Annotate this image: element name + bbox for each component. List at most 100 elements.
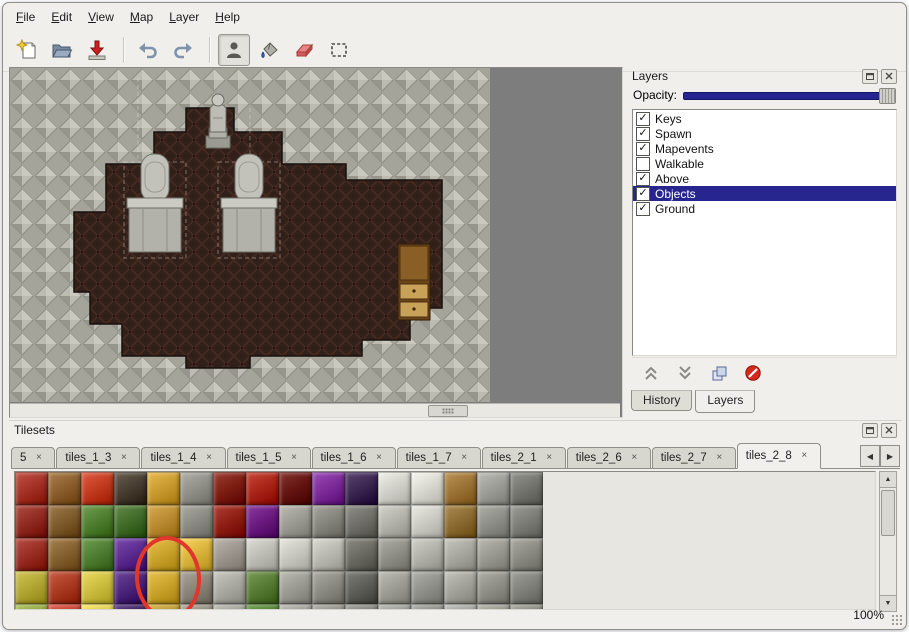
palette-tile[interactable] xyxy=(345,505,378,538)
palette-tile[interactable] xyxy=(444,571,477,604)
scrollbar-handle[interactable] xyxy=(881,490,895,536)
layer-visibility-checkbox[interactable] xyxy=(636,157,650,171)
layer-visibility-checkbox[interactable]: ✓ xyxy=(636,112,650,126)
palette-tile[interactable] xyxy=(81,571,114,604)
layer-row-ground[interactable]: ✓Ground xyxy=(633,201,896,216)
palette-tile[interactable] xyxy=(411,472,444,505)
palette-tile[interactable] xyxy=(15,604,48,610)
layer-row-spawn[interactable]: ✓Spawn xyxy=(633,126,896,141)
palette-tile[interactable] xyxy=(180,472,213,505)
palette-tile[interactable] xyxy=(81,472,114,505)
tab-close-button[interactable]: × xyxy=(712,451,727,466)
palette-tile[interactable] xyxy=(81,505,114,538)
palette-tile[interactable] xyxy=(312,604,345,610)
palette-tile[interactable] xyxy=(378,472,411,505)
palette-tile[interactable] xyxy=(246,571,279,604)
layer-visibility-checkbox[interactable]: ✓ xyxy=(636,202,650,216)
palette-tile[interactable] xyxy=(477,571,510,604)
palette-tile[interactable] xyxy=(345,604,378,610)
palette-tile[interactable] xyxy=(510,538,543,571)
palette-tile[interactable] xyxy=(477,472,510,505)
palette-tile[interactable] xyxy=(279,604,312,610)
layer-row-keys[interactable]: ✓Keys xyxy=(633,111,896,126)
tab-close-button[interactable]: × xyxy=(627,451,642,466)
layer-visibility-checkbox[interactable]: ✓ xyxy=(636,127,650,141)
palette-tile[interactable] xyxy=(81,538,114,571)
palette-tile[interactable] xyxy=(147,505,180,538)
panel-tab-history[interactable]: History xyxy=(631,390,692,411)
save-button[interactable] xyxy=(81,34,113,66)
close-panel-button[interactable] xyxy=(881,423,897,438)
tileset-tab-tiles_2_6[interactable]: tiles_2_6× xyxy=(567,447,651,469)
palette-tile[interactable] xyxy=(180,604,213,610)
menu-map[interactable]: Map xyxy=(123,8,160,26)
close-panel-button[interactable] xyxy=(881,69,897,84)
palette-tile[interactable] xyxy=(147,571,180,604)
undo-button[interactable] xyxy=(132,34,164,66)
palette-tile[interactable] xyxy=(378,604,411,610)
palette-tile[interactable] xyxy=(180,571,213,604)
menu-layer[interactable]: Layer xyxy=(162,8,206,26)
palette-tile[interactable] xyxy=(444,505,477,538)
palette-tile[interactable] xyxy=(48,472,81,505)
scrollbar-handle[interactable] xyxy=(428,405,468,417)
map-canvas[interactable] xyxy=(10,68,620,402)
tileset-tab-tiles_1_6[interactable]: tiles_1_6× xyxy=(312,447,396,469)
duplicate-layer-button[interactable] xyxy=(710,365,728,382)
slider-handle[interactable] xyxy=(879,88,896,104)
palette-tile[interactable] xyxy=(114,538,147,571)
palette-tile[interactable] xyxy=(510,505,543,538)
move-layer-up-button[interactable] xyxy=(642,365,660,381)
menu-edit[interactable]: Edit xyxy=(44,8,79,26)
palette-tile[interactable] xyxy=(312,571,345,604)
layer-visibility-checkbox[interactable]: ✓ xyxy=(636,172,650,186)
scroll-tabs-right-button[interactable]: ▶ xyxy=(880,445,900,467)
tileset-tab-tiles_2_7[interactable]: tiles_2_7× xyxy=(652,447,736,469)
eraser-tool-button[interactable] xyxy=(288,34,320,66)
palette-tile[interactable] xyxy=(15,538,48,571)
palette-tile[interactable] xyxy=(444,472,477,505)
palette-tile[interactable] xyxy=(147,604,180,610)
layer-row-objects[interactable]: ✓Objects xyxy=(633,186,896,201)
palette-tile[interactable] xyxy=(213,571,246,604)
palette-tile[interactable] xyxy=(345,538,378,571)
palette-tile[interactable] xyxy=(246,538,279,571)
layer-visibility-checkbox[interactable]: ✓ xyxy=(636,142,650,156)
tab-close-button[interactable]: × xyxy=(31,451,46,466)
palette-tile[interactable] xyxy=(510,604,543,610)
palette-tile[interactable] xyxy=(312,505,345,538)
palette-tile[interactable] xyxy=(213,505,246,538)
palette-tile[interactable] xyxy=(15,472,48,505)
palette-tile[interactable] xyxy=(279,571,312,604)
palette-tile[interactable] xyxy=(477,538,510,571)
float-panel-button[interactable] xyxy=(862,69,878,84)
tileset-tab-tiles_1_7[interactable]: tiles_1_7× xyxy=(397,447,481,469)
palette-tile[interactable] xyxy=(147,472,180,505)
opacity-slider[interactable] xyxy=(683,88,896,102)
palette-tile[interactable] xyxy=(477,604,510,610)
resize-grip[interactable] xyxy=(891,614,902,625)
tileset-tab-tiles_2_1[interactable]: tiles_2_1× xyxy=(482,447,566,469)
redo-button[interactable] xyxy=(167,34,199,66)
palette-tile[interactable] xyxy=(378,505,411,538)
palette-tile[interactable] xyxy=(180,505,213,538)
tileset-palette[interactable] xyxy=(14,471,876,610)
palette-tile[interactable] xyxy=(114,505,147,538)
tab-close-button[interactable]: × xyxy=(116,451,131,466)
palette-tile[interactable] xyxy=(378,571,411,604)
tileset-tab-tiles_1_5[interactable]: tiles_1_5× xyxy=(227,447,311,469)
palette-tile[interactable] xyxy=(213,604,246,610)
palette-tile[interactable] xyxy=(312,538,345,571)
tab-close-button[interactable]: × xyxy=(202,451,217,466)
palette-tile[interactable] xyxy=(477,505,510,538)
tab-close-button[interactable]: × xyxy=(457,451,472,466)
palette-tile[interactable] xyxy=(345,472,378,505)
float-panel-button[interactable] xyxy=(862,423,878,438)
palette-tile[interactable] xyxy=(444,604,477,610)
palette-tile[interactable] xyxy=(48,538,81,571)
palette-tile[interactable] xyxy=(411,538,444,571)
palette-tile[interactable] xyxy=(246,604,279,610)
palette-vertical-scrollbar[interactable]: ▲ ▼ xyxy=(879,471,897,612)
palette-tile[interactable] xyxy=(48,505,81,538)
palette-tile[interactable] xyxy=(147,538,180,571)
